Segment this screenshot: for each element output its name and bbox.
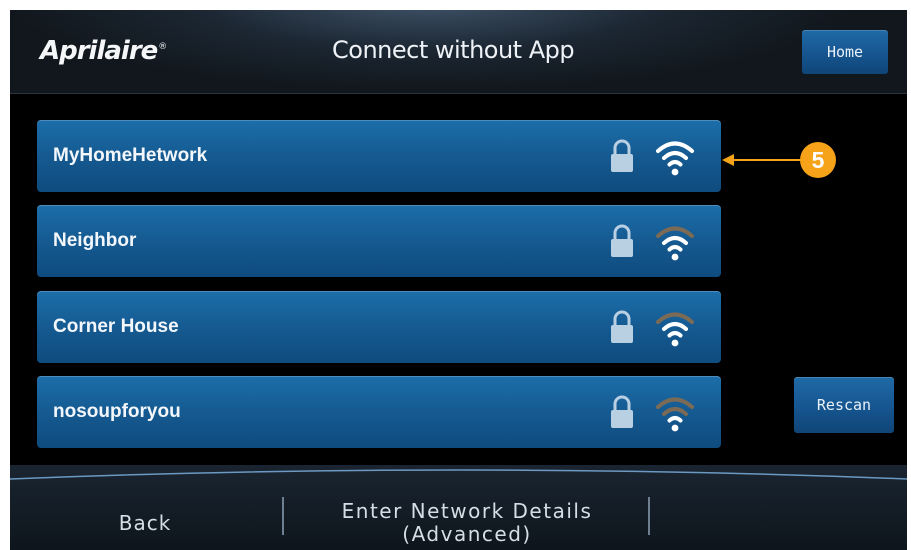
network-name: Corner House [53,316,179,337]
thermostat-screen: Aprilaire® Connect without App Home MyHo… [10,10,907,550]
back-button[interactable]: Back [10,495,280,550]
footer-curve-line [10,469,907,480]
enter-network-details-button[interactable]: Enter Network Details (Advanced) [286,495,648,550]
registered-mark: ® [158,42,167,53]
page-title: Connect without App [332,36,575,64]
brand-logo: Aprilaire® [40,36,167,66]
network-name: nosoupforyou [53,401,181,422]
footer-divider [648,497,650,535]
footer-bar: Back Enter Network Details (Advanced) [10,465,907,550]
lock-icon [611,310,633,343]
footer-divider [282,497,284,535]
lock-icon [611,139,633,172]
advanced-label-line2: (Advanced) [402,521,532,546]
lock-icon [611,395,633,428]
header-bar: Aprilaire® Connect without App Home [10,10,907,94]
wifi-icon [656,312,694,347]
network-name: Neighbor [53,230,137,251]
network-row-3[interactable]: nosoupforyou [37,376,721,448]
home-button[interactable]: Home [802,30,888,74]
brand-name: Aprilaire [40,36,158,66]
wifi-icon [656,397,694,432]
callout-badge: 5 [800,142,836,178]
lock-icon [611,224,633,257]
wifi-icon [656,141,694,176]
network-name: MyHomeHetwork [53,145,208,166]
network-row-1[interactable]: Neighbor [37,205,721,277]
advanced-label-line1: Enter Network Details [341,498,593,523]
network-row-0[interactable]: MyHomeHetwork [37,120,721,192]
callout-arrow-icon [722,154,802,166]
rescan-button[interactable]: Rescan [794,377,894,433]
wifi-icon [656,226,694,261]
network-row-2[interactable]: Corner House [37,291,721,363]
